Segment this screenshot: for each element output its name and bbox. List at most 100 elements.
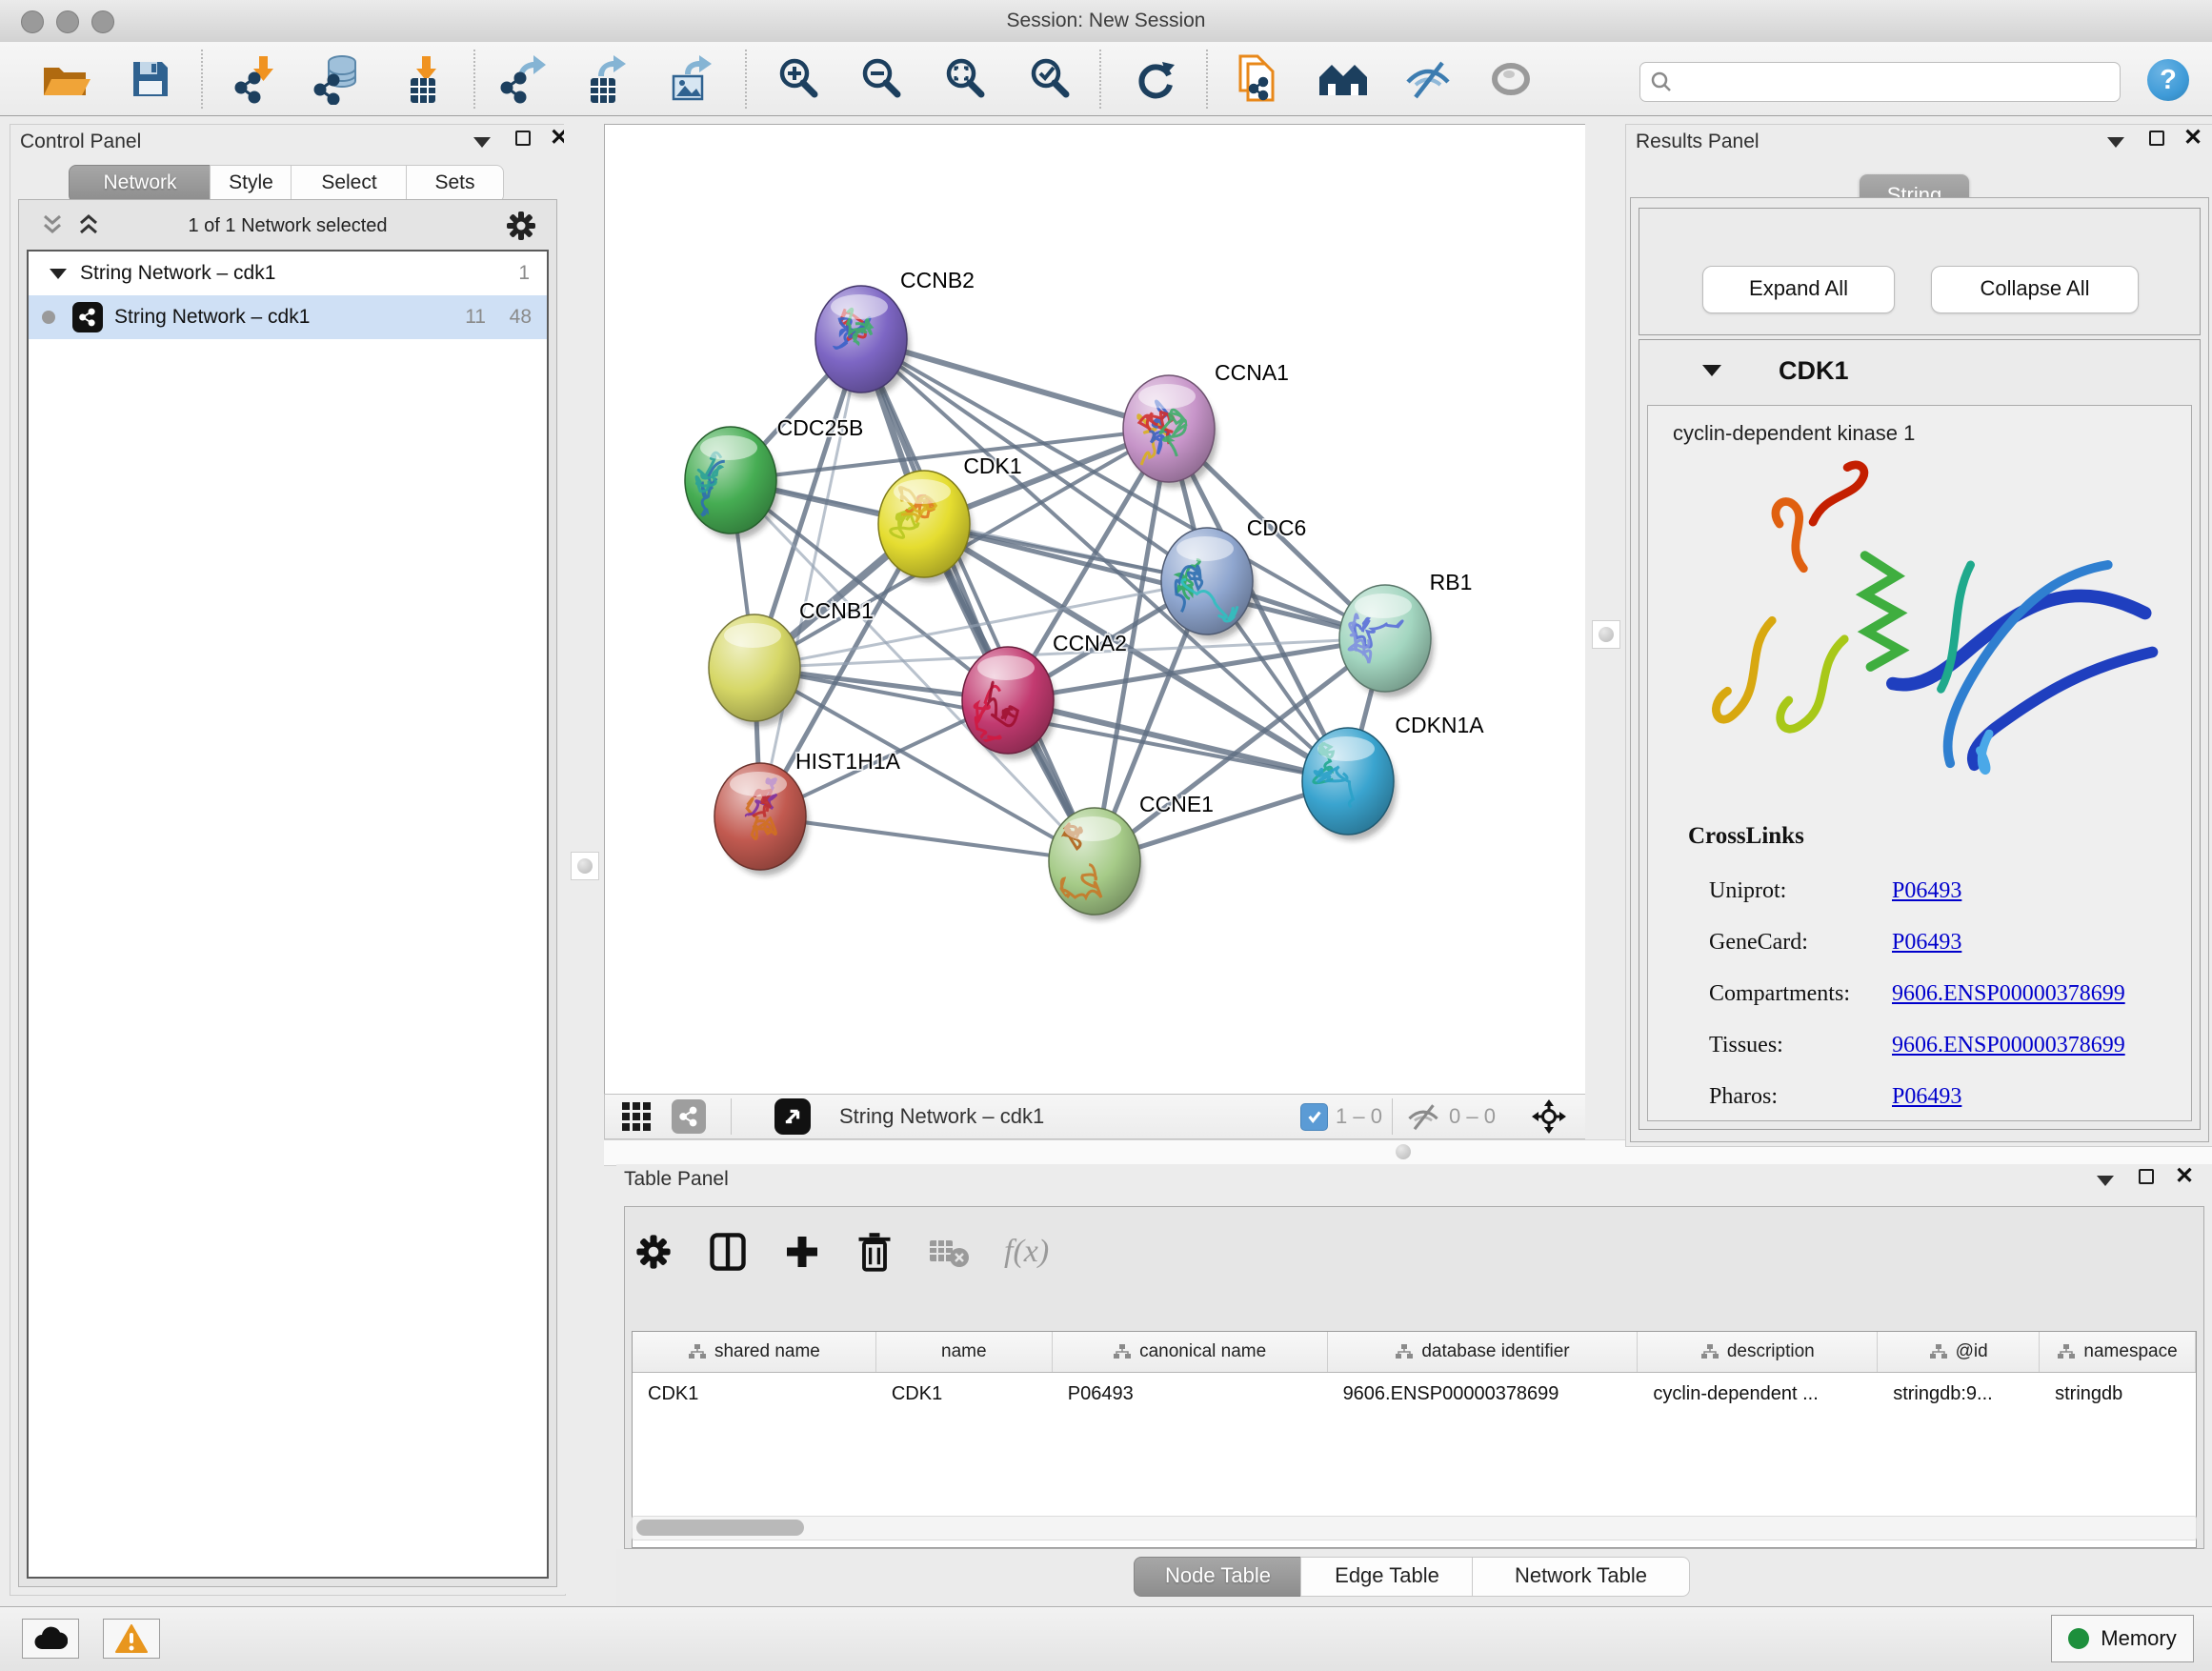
warnings-button[interactable]: [103, 1619, 160, 1659]
grid-view-button[interactable]: [620, 1098, 653, 1135]
network-node-CDC6[interactable]: CDC6: [1161, 515, 1306, 640]
add-column-icon[interactable]: [783, 1233, 821, 1271]
float-panel-button[interactable]: [2149, 131, 2164, 146]
close-panel-button[interactable]: ✕: [2175, 1169, 2194, 1184]
collapse-panel-button[interactable]: [473, 137, 491, 148]
float-panel-button[interactable]: [2139, 1169, 2154, 1184]
show-columns-icon[interactable]: [707, 1231, 749, 1273]
tab-edge-table[interactable]: Edge Table: [1300, 1557, 1474, 1597]
help-button[interactable]: ?: [2147, 59, 2189, 101]
table-cell[interactable]: CDK1: [876, 1373, 1053, 1416]
table-horizontal-scrollbar[interactable]: [632, 1516, 2197, 1540]
open-session-button[interactable]: [37, 51, 92, 107]
table-options-gear-icon[interactable]: [634, 1233, 673, 1271]
memory-button[interactable]: Memory: [2051, 1615, 2194, 1662]
node-section-header[interactable]: CDK1: [1639, 340, 2200, 401]
control-panel-title: Control Panel: [20, 131, 141, 153]
table-cell[interactable]: P06493: [1053, 1373, 1328, 1416]
column-header-description[interactable]: description: [1638, 1332, 1878, 1372]
save-floppy-icon: [129, 57, 172, 101]
tab-node-table[interactable]: Node Table: [1134, 1557, 1302, 1597]
status-bar: Memory: [0, 1606, 2212, 1671]
section-caret-icon[interactable]: [1702, 365, 1721, 376]
crosslink-value-link[interactable]: P06493: [1892, 1084, 1961, 1110]
network-edge[interactable]: [760, 339, 861, 816]
column-header--id[interactable]: @id: [1878, 1332, 2040, 1372]
column-header-name[interactable]: name: [876, 1332, 1053, 1372]
collapse-panel-button[interactable]: [2107, 137, 2124, 148]
left-splitter[interactable]: [564, 124, 604, 1594]
import-network-database-button[interactable]: [310, 51, 365, 107]
network-node-HIST1H1A[interactable]: HIST1H1A: [714, 749, 901, 876]
network-node-CCNB2[interactable]: CCNB2: [815, 268, 975, 398]
birds-eye-view-button[interactable]: [774, 1098, 811, 1135]
zoom-out-button[interactable]: [854, 51, 909, 107]
network-node-CDKN1A[interactable]: CDKN1A: [1302, 713, 1484, 840]
refresh-layout-button[interactable]: [1128, 51, 1183, 107]
column-header-database-identifier[interactable]: database identifier: [1328, 1332, 1639, 1372]
right-splitter[interactable]: [1585, 124, 1625, 1145]
network-options-gear-icon[interactable]: [505, 210, 537, 242]
delete-column-icon[interactable]: [855, 1231, 894, 1273]
network-row[interactable]: String Network – cdk1 11 48: [29, 295, 547, 339]
network-edge[interactable]: [760, 816, 1095, 861]
network-collection-row[interactable]: String Network – cdk1 1: [29, 252, 547, 295]
selected-checkbox[interactable]: 1 – 0: [1300, 1098, 1382, 1135]
table-cell[interactable]: cyclin-dependent ...: [1638, 1373, 1878, 1416]
save-session-button[interactable]: [123, 51, 178, 107]
tab-select[interactable]: Select: [291, 165, 408, 203]
hide-selected-button[interactable]: [1400, 51, 1456, 107]
column-header-namespace[interactable]: namespace: [2040, 1332, 2196, 1372]
tab-network-table[interactable]: Network Table: [1472, 1557, 1690, 1597]
scrollbar-thumb[interactable]: [636, 1520, 804, 1536]
splitter-grip[interactable]: [1396, 1144, 1411, 1159]
share-view-button[interactable]: [672, 1098, 706, 1135]
table-cell[interactable]: CDK1: [633, 1373, 876, 1416]
collapse-panel-button[interactable]: [2097, 1176, 2114, 1186]
network-node-CCNA1[interactable]: CCNA1: [1123, 360, 1289, 488]
network-node-CDK1[interactable]: CDK1: [878, 453, 1022, 583]
table-cell[interactable]: stringdb: [2040, 1373, 2196, 1416]
table-cell[interactable]: 9606.ENSP00000378699: [1328, 1373, 1639, 1416]
collapse-all-button[interactable]: Collapse All: [1931, 266, 2139, 313]
fit-content-button[interactable]: [1531, 1098, 1567, 1135]
network-edge[interactable]: [861, 339, 1095, 861]
crosslink-value-link[interactable]: P06493: [1892, 930, 1961, 956]
zoom-in-button[interactable]: [771, 51, 826, 107]
network-canvas[interactable]: CCNB2CCNA1CDC25BCDK1CDC6RB1CCNB1CCNA2CDK…: [604, 124, 1587, 1096]
hidden-indicator[interactable]: 0 – 0: [1405, 1098, 1496, 1135]
function-builder-icon[interactable]: f(x): [1004, 1234, 1049, 1270]
import-table-file-button[interactable]: [397, 51, 452, 107]
tab-style[interactable]: Style: [210, 165, 292, 203]
crosslink-value-link[interactable]: P06493: [1892, 878, 1961, 904]
network-edge[interactable]: [1008, 700, 1348, 781]
float-panel-button[interactable]: [515, 131, 531, 146]
tab-sets[interactable]: Sets: [406, 165, 504, 203]
crosslink-row: Tissues:9606.ENSP00000378699: [1709, 1019, 2172, 1071]
show-all-button[interactable]: [1483, 51, 1538, 107]
delete-table-icon[interactable]: [928, 1235, 970, 1269]
zoom-fit-button[interactable]: [937, 51, 993, 107]
string-document-button[interactable]: [1232, 51, 1287, 107]
column-header-canonical-name[interactable]: canonical name: [1053, 1332, 1328, 1372]
cloud-status-button[interactable]: [22, 1619, 79, 1659]
import-network-file-button[interactable]: [228, 51, 283, 107]
crosslink-value-link[interactable]: 9606.ENSP00000378699: [1892, 1033, 2125, 1058]
tab-network[interactable]: Network: [69, 165, 211, 203]
search-input[interactable]: [1673, 66, 2120, 98]
splitter-grip[interactable]: [571, 852, 599, 880]
table-cell[interactable]: stringdb:9...: [1878, 1373, 2040, 1416]
home-button[interactable]: [1317, 51, 1372, 107]
export-network-button[interactable]: [495, 51, 551, 107]
close-panel-button[interactable]: ✕: [2183, 131, 2202, 146]
zoom-selected-button[interactable]: [1022, 51, 1077, 107]
export-table-button[interactable]: [577, 51, 633, 107]
table-row[interactable]: CDK1CDK1P064939606.ENSP00000378699cyclin…: [633, 1373, 2196, 1416]
network-node-RB1[interactable]: RB1: [1339, 570, 1472, 697]
splitter-grip[interactable]: [1592, 620, 1620, 649]
collection-caret-icon[interactable]: [50, 269, 67, 279]
expand-all-button[interactable]: Expand All: [1702, 266, 1895, 313]
export-image-button[interactable]: [662, 51, 717, 107]
crosslink-value-link[interactable]: 9606.ENSP00000378699: [1892, 981, 2125, 1007]
column-header-shared-name[interactable]: shared name: [633, 1332, 876, 1372]
